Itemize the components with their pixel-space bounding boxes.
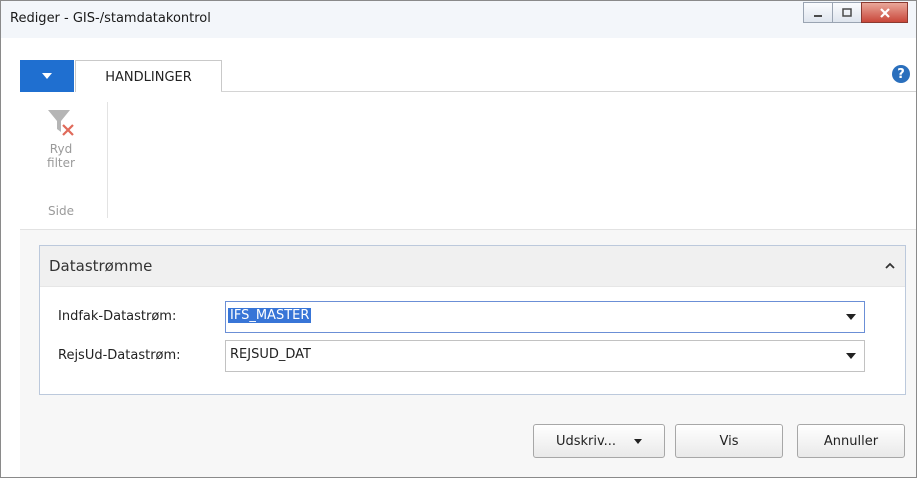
indfak-label: Indfak-Datastrøm: <box>58 309 177 324</box>
window-controls <box>803 2 908 23</box>
print-button-label: Udskriv... <box>555 433 617 449</box>
tab-handlinger[interactable]: HANDLINGER <box>75 60 222 93</box>
panel-header[interactable]: Datastrømme <box>40 246 905 287</box>
chevron-down-icon <box>634 438 643 444</box>
clear-filter-label-line1: Ryd <box>49 142 73 156</box>
chevron-up-icon[interactable] <box>885 262 895 270</box>
ribbon-body <box>20 92 916 230</box>
rejsud-datastream-select[interactable]: REJSUD_DAT <box>225 340 865 372</box>
show-button[interactable]: Vis <box>675 424 783 458</box>
minimize-icon <box>814 14 822 17</box>
window-title: Rediger - GIS-/stamdatakontrol <box>10 11 211 26</box>
ribbon-tab-strip: HANDLINGER <box>20 60 916 93</box>
indfak-datastream-select[interactable]: IFS_MASTER <box>225 301 865 333</box>
ribbon-group-label: Side <box>48 204 74 218</box>
maximize-icon <box>842 7 852 17</box>
help-icon[interactable]: ? <box>892 65 910 83</box>
maximize-button[interactable] <box>832 2 862 23</box>
clear-filter-icon <box>48 110 74 136</box>
print-button[interactable]: Udskriv... <box>533 424 665 458</box>
clear-filter-label-line2: filter <box>47 156 75 170</box>
panel-title: Datastrømme <box>49 257 153 275</box>
minimize-button[interactable] <box>803 2 833 23</box>
app-menu-button[interactable] <box>20 60 74 92</box>
indfak-value: IFS_MASTER <box>228 308 312 323</box>
rejsud-label: RejsUd-Datastrøm: <box>58 348 181 363</box>
chevron-down-icon[interactable] <box>846 353 856 359</box>
dialog-window: Rediger - GIS-/stamdatakontrol HANDLINGE… <box>0 0 917 478</box>
close-button[interactable] <box>861 2 908 23</box>
rejsud-value: REJSUD_DAT <box>230 347 311 362</box>
chevron-down-icon[interactable] <box>846 314 856 320</box>
ribbon-group-separator <box>107 102 108 218</box>
dropdown-triangle-icon <box>42 73 52 79</box>
title-bar: Rediger - GIS-/stamdatakontrol <box>1 1 916 38</box>
close-icon <box>879 7 890 18</box>
clear-filter-button[interactable]: Ryd filter <box>38 106 84 170</box>
datastreams-panel: Datastrømme Indfak-Datastrøm: IFS_MASTER… <box>39 245 906 395</box>
cancel-button[interactable]: Annuller <box>797 424 905 458</box>
